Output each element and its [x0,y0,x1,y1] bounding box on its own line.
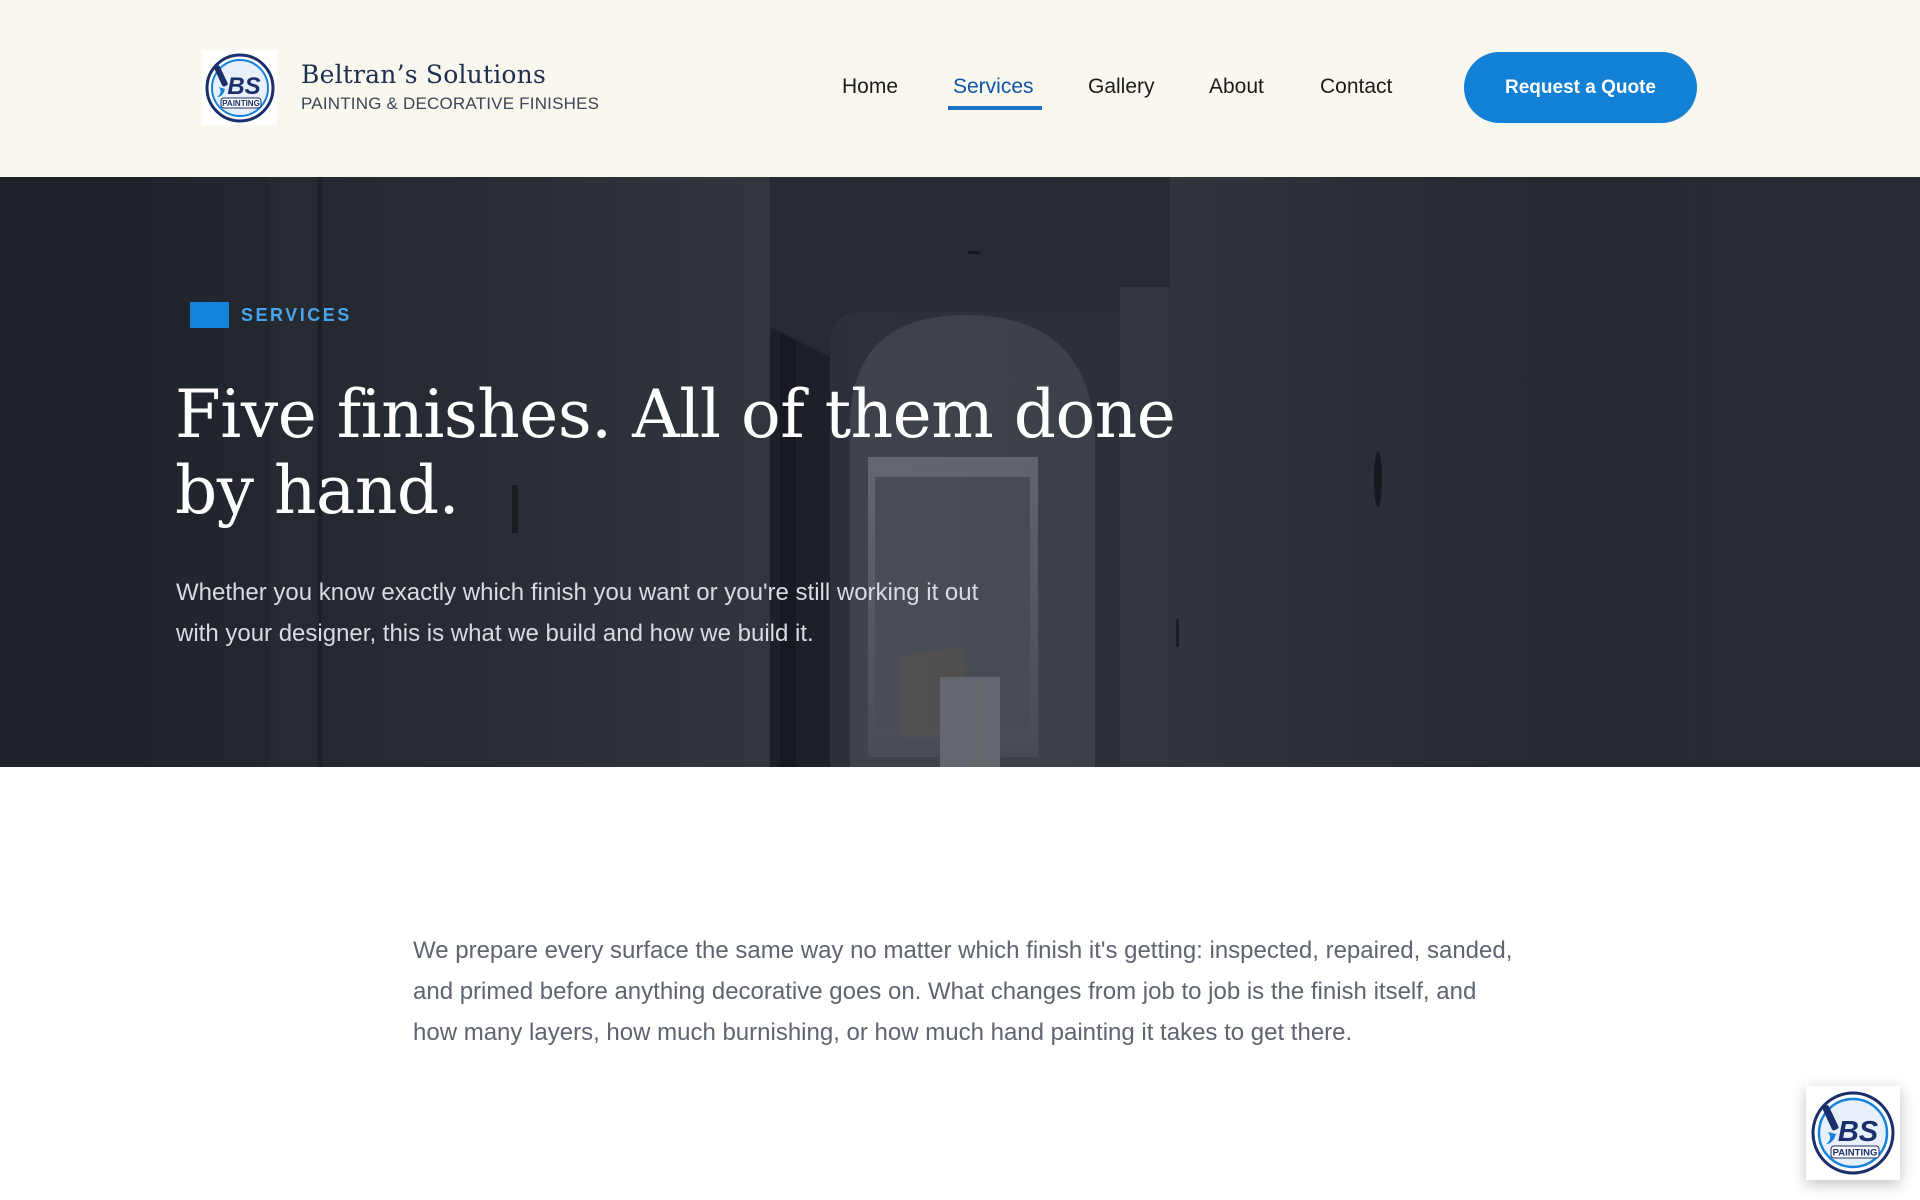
badge-initials: BS [1838,1116,1879,1148]
request-quote-button[interactable]: Request a Quote [1464,52,1697,123]
badge-label: PAINTING [1833,1148,1878,1159]
site-header: BS PAINTING Beltran’s Solutions PAINTING… [0,0,1920,177]
nav-about[interactable]: About [1209,70,1264,104]
hero-section: SERVICES Five finishes. All of them done… [0,177,1920,767]
hero-eyebrow: SERVICES [190,302,352,328]
nav-contact[interactable]: Contact [1320,70,1392,104]
intro-paragraph: We prepare every surface the same way no… [413,937,1513,1046]
eyebrow-accent-block [190,302,229,328]
nav-gallery[interactable]: Gallery [1088,70,1155,104]
bs-painting-badge-icon: BS PAINTING [1811,1091,1895,1175]
hero-title: Five finishes. All of them done by hand. [175,376,1176,529]
eyebrow-label: SERVICES [241,304,352,325]
nav-active-indicator [948,106,1042,110]
nav-home[interactable]: Home [842,70,898,104]
floating-badge[interactable]: BS PAINTING [1806,1086,1900,1180]
hero-subtitle: Whether you know exactly which finish yo… [176,579,979,647]
nav-services[interactable]: Services [953,70,1034,104]
